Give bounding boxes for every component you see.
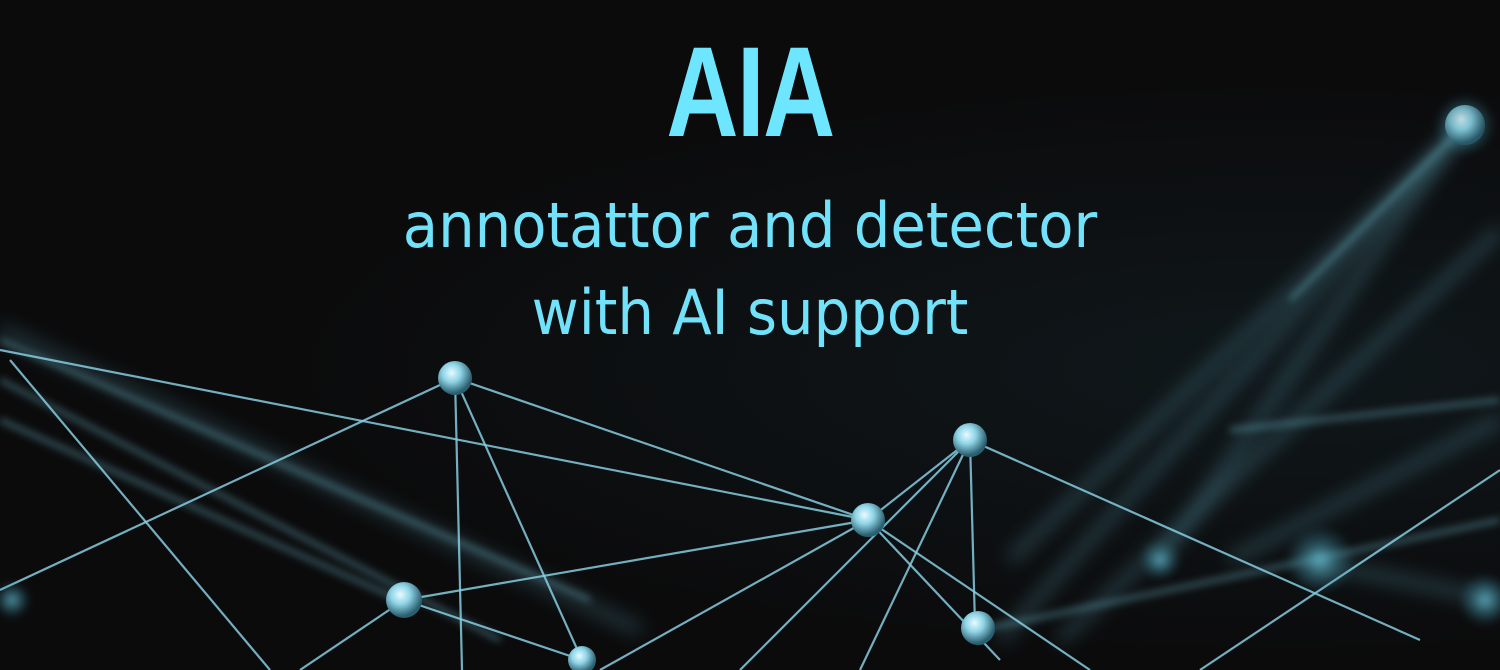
app-title: AIA bbox=[666, 21, 835, 164]
hero-banner: AIA annotattor and detector with AI supp… bbox=[0, 0, 1500, 670]
app-subtitle-line-2: with AI support bbox=[531, 276, 969, 349]
app-subtitle-line-1: annotattor and detector bbox=[402, 189, 1098, 262]
blurred-nodes bbox=[0, 95, 1500, 626]
